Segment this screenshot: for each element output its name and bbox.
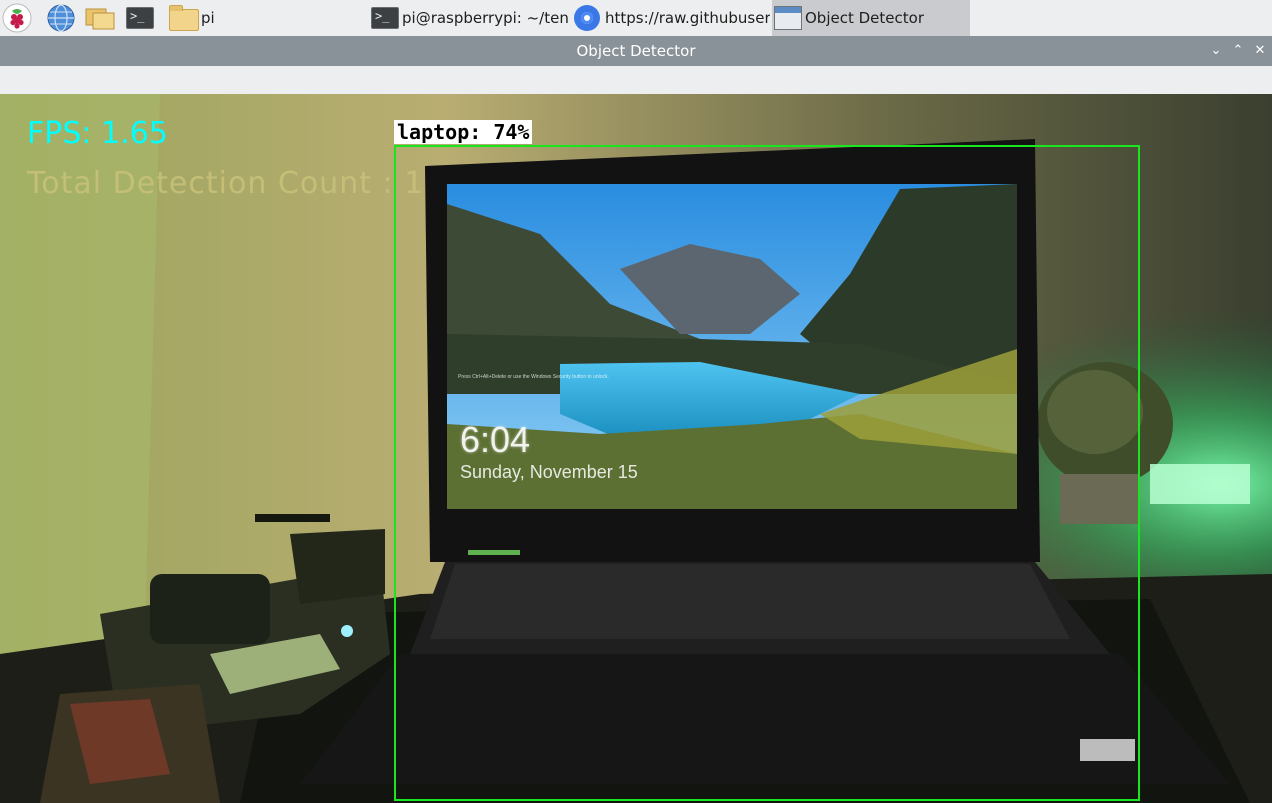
web-browser-icon[interactable] xyxy=(46,3,76,33)
task-label: Object Detector xyxy=(805,9,924,27)
task-label: pi@raspberrypi: ~/ten... xyxy=(402,9,570,27)
task-label: https://raw.githubuser... xyxy=(605,9,770,27)
chromium-icon xyxy=(572,3,602,33)
window-menu-strip xyxy=(0,66,1272,94)
task-terminal[interactable]: pi@raspberrypi: ~/ten... xyxy=(369,0,570,36)
window-title: Object Detector xyxy=(576,42,696,60)
maximize-button[interactable]: ⌃ xyxy=(1228,41,1248,61)
task-folder-pi[interactable]: pi xyxy=(168,0,368,36)
file-manager-icon[interactable] xyxy=(84,3,115,33)
detection-bounding-box xyxy=(394,145,1140,801)
minimize-button[interactable]: ⌄ xyxy=(1206,41,1226,61)
detection-label: laptop: 74% xyxy=(394,120,533,144)
close-button[interactable]: ✕ xyxy=(1250,41,1270,61)
taskbar: pi pi@raspberrypi: ~/ten... https://raw.… xyxy=(0,0,1272,36)
window-icon xyxy=(772,3,802,33)
raspberry-menu-icon[interactable] xyxy=(2,3,32,33)
folder-icon xyxy=(168,3,199,33)
task-label: pi xyxy=(201,9,215,27)
fps-counter: FPS: 1.65 xyxy=(27,116,168,151)
camera-feed: Press Ctrl+Alt+Delete or use the Windows… xyxy=(0,94,1272,803)
total-detection-count: Total Detection Count : 1 xyxy=(27,166,425,201)
terminal-icon xyxy=(369,3,399,33)
task-chromium[interactable]: https://raw.githubuser... xyxy=(572,0,770,36)
task-object-detector[interactable]: Object Detector xyxy=(772,0,970,36)
terminal-icon[interactable] xyxy=(124,3,154,33)
window-titlebar[interactable]: Object Detector ⌄ ⌃ ✕ xyxy=(0,36,1272,66)
